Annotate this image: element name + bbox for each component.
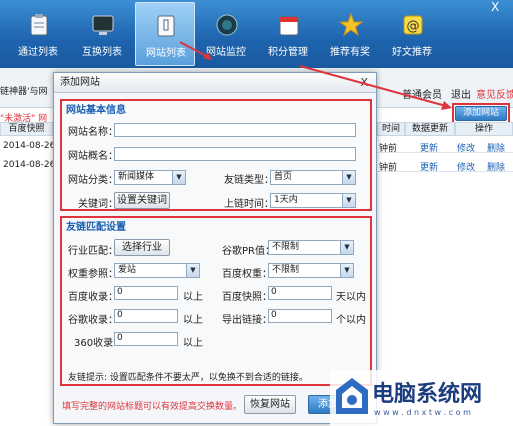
watermark-brand: 电脑系统网 [372, 382, 483, 407]
annotation-arrows [179, 41, 452, 110]
watermark: 电脑系统网 w w w . d n x t w . c o m [330, 370, 513, 426]
app-window: 通过列表 互换列表 网站列表 网站监控 积分管理 推荐有奖 @ 好文推荐 X 链… [0, 0, 513, 426]
house-logo-icon [336, 378, 368, 414]
watermark-url: w w w . d n x t w . c o m [374, 408, 471, 417]
